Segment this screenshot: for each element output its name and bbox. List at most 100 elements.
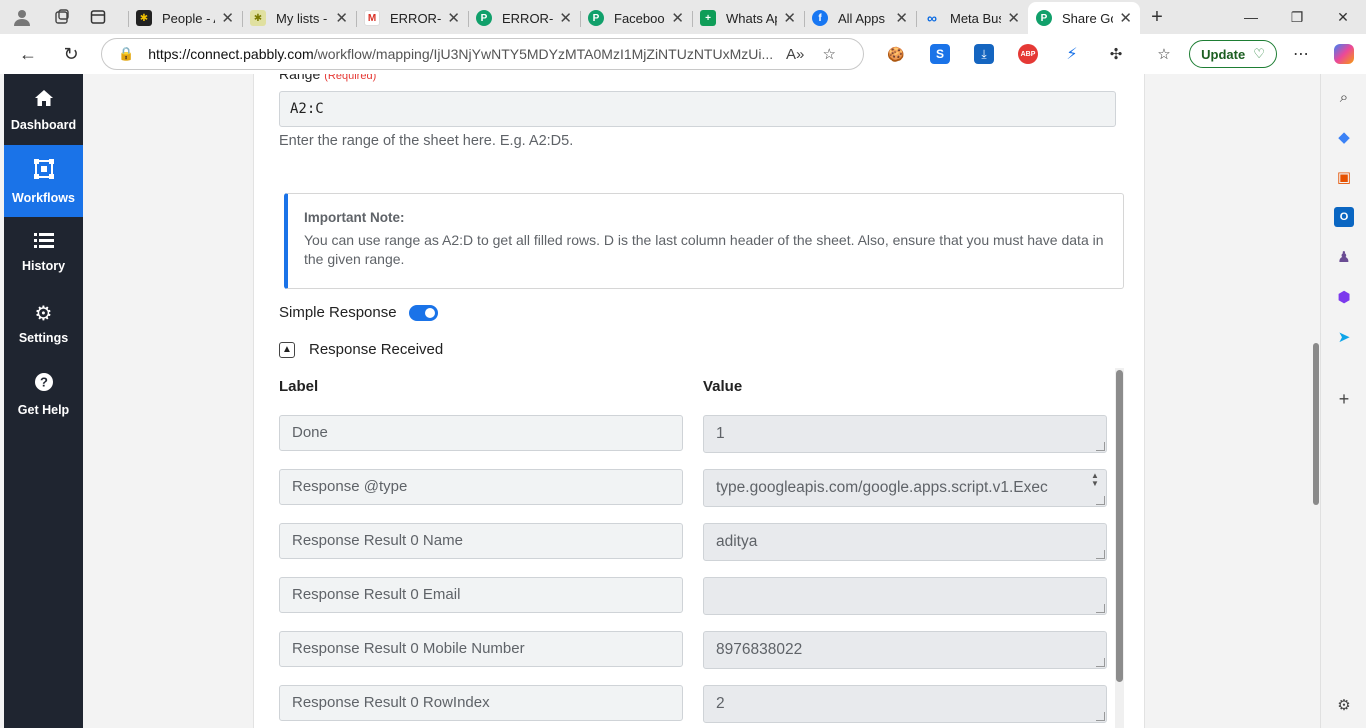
app-sidebar: Dashboard Workflows History ⚙ Settings ?…	[4, 74, 83, 728]
value-field-name[interactable]: aditya	[703, 523, 1107, 561]
lock-icon[interactable]: 🔒	[118, 46, 134, 62]
label-field-type[interactable]: Response @type	[279, 469, 683, 505]
add-icon[interactable]: +	[1334, 389, 1354, 409]
response-scrollbar[interactable]	[1115, 368, 1124, 728]
label-field-done[interactable]: Done	[279, 415, 683, 451]
favorite-star-icon[interactable]: ☆	[812, 45, 846, 63]
resize-grip-icon[interactable]	[1096, 604, 1105, 613]
resize-grip-icon[interactable]	[1096, 712, 1105, 721]
resize-grip-icon[interactable]	[1096, 496, 1105, 505]
tab-all-apps[interactable]: f All Apps - ✕	[804, 3, 916, 33]
favorites-icon[interactable]: ☆	[1154, 44, 1174, 64]
close-tab-icon[interactable]: ✕	[221, 9, 234, 27]
pabbly-icon: P	[588, 10, 604, 26]
pabbly-icon: P	[1036, 10, 1052, 26]
read-aloud-icon[interactable]: A»	[778, 46, 812, 63]
address-bar[interactable]: 🔒 https://connect.pabbly.com/workflow/ma…	[101, 38, 864, 70]
label-field-email[interactable]: Response Result 0 Email	[279, 577, 683, 613]
browser-toolbar: ← ↻ 🔒 https://connect.pabbly.com/workflo…	[0, 34, 1366, 74]
list-icon	[33, 231, 54, 254]
page-scrollbar-thumb[interactable]	[1313, 343, 1319, 505]
extensions-puzzle-icon[interactable]: ✣	[1106, 44, 1126, 64]
minimize-icon[interactable]: —	[1228, 0, 1274, 34]
nav-get-help[interactable]: ? Get Help	[4, 358, 83, 430]
chevron-up-icon[interactable]: ▲	[279, 341, 295, 358]
tab-favicon-icon: ✱	[136, 10, 152, 26]
help-icon: ?	[34, 372, 54, 398]
nav-history[interactable]: History	[4, 216, 83, 288]
cookie-extension-icon[interactable]: 🍪	[886, 44, 906, 64]
m365-icon[interactable]: ⬢	[1334, 287, 1354, 307]
toolbox-icon[interactable]: ▣	[1334, 167, 1354, 187]
label-field-mobile[interactable]: Response Result 0 Mobile Number	[279, 631, 683, 667]
page-scrollbar[interactable]	[1310, 74, 1320, 728]
range-input[interactable]: A2:C	[279, 91, 1116, 127]
zap-extension-icon[interactable]: ⚡	[1062, 44, 1082, 64]
download-extension-icon[interactable]: ⤓	[974, 44, 994, 64]
tab-share-google[interactable]: PShare Goo✕	[1028, 2, 1140, 34]
send-icon[interactable]: ➤	[1334, 327, 1354, 347]
sidebar-settings-icon[interactable]: ⚙	[1334, 695, 1354, 715]
tab-actions-icon[interactable]	[80, 0, 116, 34]
range-label: Range (Required)	[279, 74, 377, 82]
new-tab-button[interactable]: +	[1140, 6, 1174, 29]
tab-people[interactable]: ✱People - A✕	[128, 3, 242, 33]
response-received-row[interactable]: ▲ Response Received	[279, 341, 443, 358]
tab-pabbly-facebook[interactable]: P Facebook ✕	[580, 3, 692, 33]
shortcut-extension-icon[interactable]: S	[930, 44, 950, 64]
value-field-rowindex[interactable]: 2	[703, 685, 1107, 723]
adblock-plus-icon[interactable]: ABP	[1018, 44, 1038, 64]
value-field-email[interactable]	[703, 577, 1107, 615]
nav-workflows[interactable]: Workflows	[4, 145, 83, 217]
restore-icon[interactable]: ❐	[1274, 0, 1320, 34]
profile-icon[interactable]	[0, 0, 44, 34]
label-field-rowindex[interactable]: Response Result 0 RowIndex	[279, 685, 683, 721]
tab-whatsapp-sheet[interactable]: + Whats Ap ✕	[692, 3, 804, 33]
resize-grip-icon[interactable]	[1096, 550, 1105, 559]
value-column-header: Value	[703, 378, 743, 395]
tab-meta-business[interactable]: ∞Meta Busi✕	[916, 3, 1028, 33]
copilot-icon[interactable]	[1334, 44, 1354, 64]
close-tab-icon[interactable]: ✕	[559, 9, 572, 27]
tab-gmail-error[interactable]: MERROR- p✕	[356, 3, 468, 33]
range-help-text: Enter the range of the sheet here. E.g. …	[279, 133, 574, 149]
heart-update-icon: ♡	[1253, 46, 1265, 61]
response-scrollbar-thumb[interactable]	[1116, 370, 1123, 682]
spinner-arrows-icon[interactable]: ▲ ▼	[1090, 472, 1100, 488]
more-menu-icon[interactable]: ⋯	[1291, 44, 1311, 64]
tag-icon[interactable]: ◆	[1334, 127, 1354, 147]
nav-settings[interactable]: ⚙ Settings	[4, 287, 83, 359]
simple-response-toggle[interactable]	[408, 304, 438, 321]
meta-icon: ∞	[927, 10, 937, 26]
facebook-icon: f	[812, 10, 828, 26]
nav-dashboard[interactable]: Dashboard	[4, 74, 83, 146]
workspaces-icon[interactable]	[44, 0, 80, 34]
back-icon[interactable]: ←	[10, 38, 46, 70]
tab-my-lists[interactable]: ✱ My lists - ✕	[242, 3, 356, 33]
outlook-icon[interactable]: O	[1334, 207, 1354, 227]
close-tab-icon[interactable]: ✕	[447, 9, 460, 27]
browser-sidebar: ⌕ ◆ ▣ O ♟ ⬢ ➤ + ⚙	[1320, 74, 1366, 728]
close-tab-icon[interactable]: ✕	[335, 9, 348, 27]
games-icon[interactable]: ♟	[1334, 247, 1354, 267]
update-button[interactable]: Update ♡	[1189, 40, 1277, 68]
resize-grip-icon[interactable]	[1096, 442, 1105, 451]
response-received-label: Response Received	[309, 341, 444, 358]
workflow-icon	[33, 158, 55, 186]
value-field-type[interactable]: type.googleapis.com/google.apps.script.v…	[703, 469, 1107, 507]
label-field-name[interactable]: Response Result 0 Name	[279, 523, 683, 559]
close-tab-icon[interactable]: ✕	[895, 9, 908, 27]
refresh-icon[interactable]: ↻	[53, 38, 89, 70]
close-tab-icon[interactable]: ✕	[1119, 9, 1132, 27]
gear-icon: ⚙	[34, 303, 53, 325]
close-tab-icon[interactable]: ✕	[671, 9, 684, 27]
close-window-icon[interactable]: ✕	[1320, 0, 1366, 34]
search-icon[interactable]: ⌕	[1334, 87, 1354, 107]
close-tab-icon[interactable]: ✕	[783, 9, 796, 27]
gmail-icon: M	[364, 10, 380, 26]
value-field-done[interactable]: 1	[703, 415, 1107, 453]
resize-grip-icon[interactable]	[1096, 658, 1105, 667]
close-tab-icon[interactable]: ✕	[1007, 9, 1020, 27]
tab-pabbly-error[interactable]: PERROR- p✕	[468, 3, 580, 33]
value-field-mobile[interactable]: 8976838022	[703, 631, 1107, 669]
